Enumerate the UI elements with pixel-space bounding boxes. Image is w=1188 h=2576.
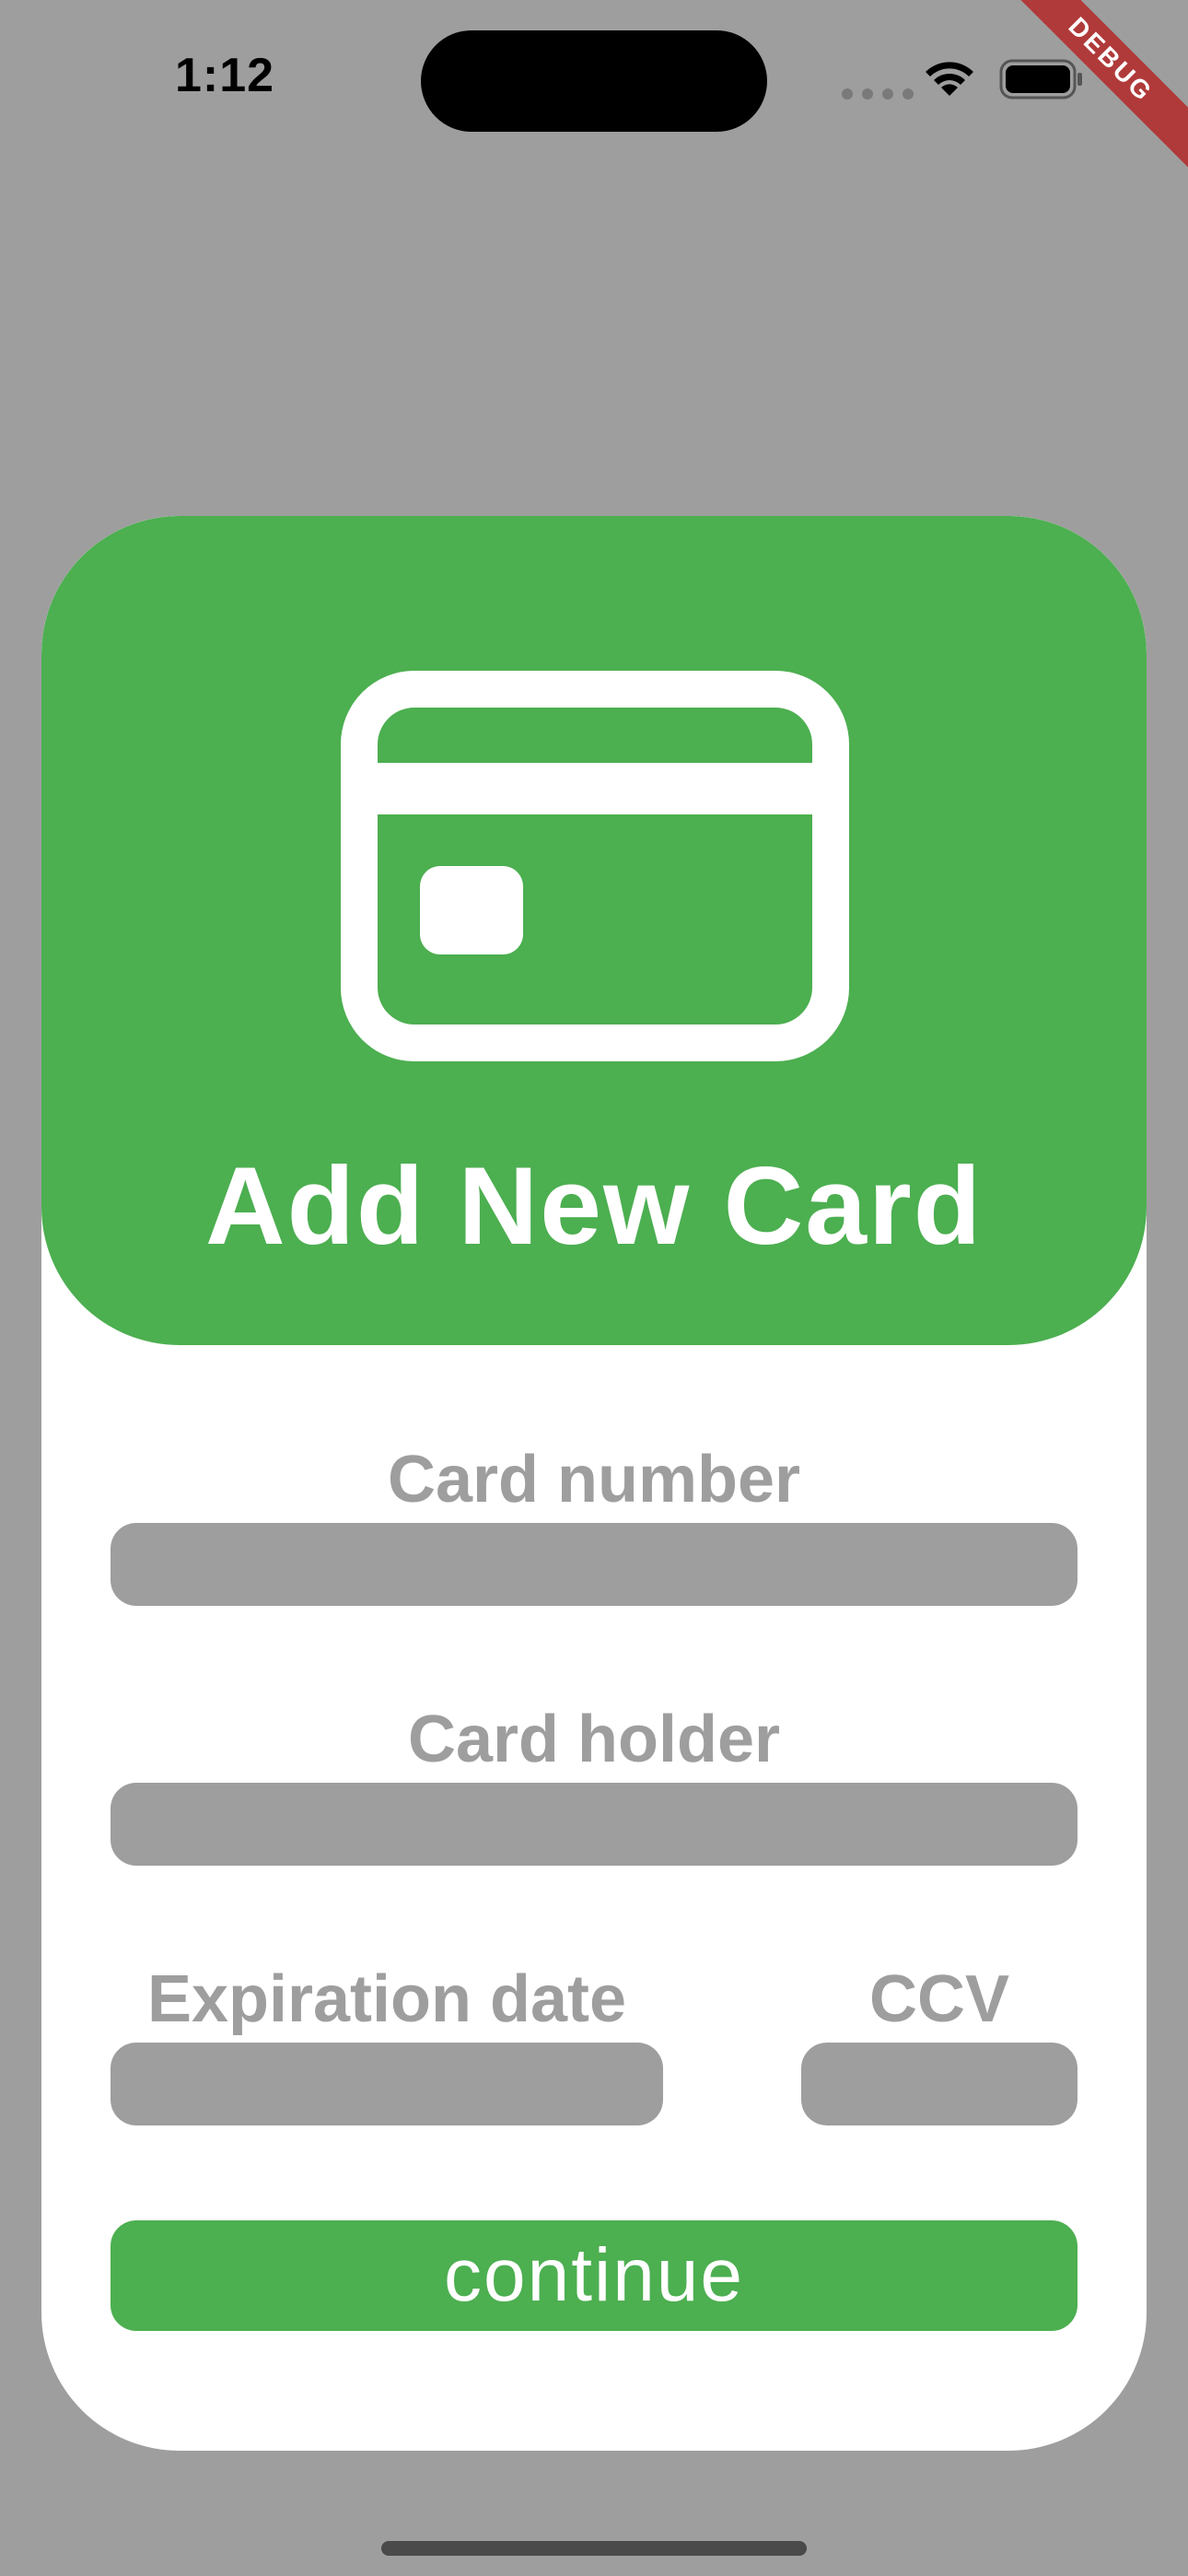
battery-icon xyxy=(999,59,1082,100)
expiration-date-input[interactable] xyxy=(111,2043,663,2125)
card-number-label: Card number xyxy=(387,1443,801,1516)
continue-button[interactable]: continue xyxy=(111,2220,1077,2331)
card-number-input[interactable] xyxy=(111,1523,1077,1606)
dynamic-island xyxy=(421,30,767,132)
card-holder-input[interactable] xyxy=(111,1783,1077,1866)
credit-card-icon xyxy=(341,671,849,1061)
home-indicator[interactable] xyxy=(381,2541,807,2556)
ccv-label: CCV xyxy=(868,1962,1009,2036)
page-title: Add New Card xyxy=(204,1144,984,1268)
status-time: 1:12 xyxy=(175,49,275,102)
add-card-panel: Add New Card Card number Card holder Exp… xyxy=(41,516,1147,2451)
panel-header: Add New Card xyxy=(41,516,1147,1345)
ccv-input[interactable] xyxy=(801,2043,1077,2125)
cellular-signal-icon xyxy=(842,88,914,100)
wifi-icon xyxy=(926,62,973,96)
expiration-date-label: Expiration date xyxy=(146,1962,627,2036)
card-holder-label: Card holder xyxy=(407,1703,781,1776)
